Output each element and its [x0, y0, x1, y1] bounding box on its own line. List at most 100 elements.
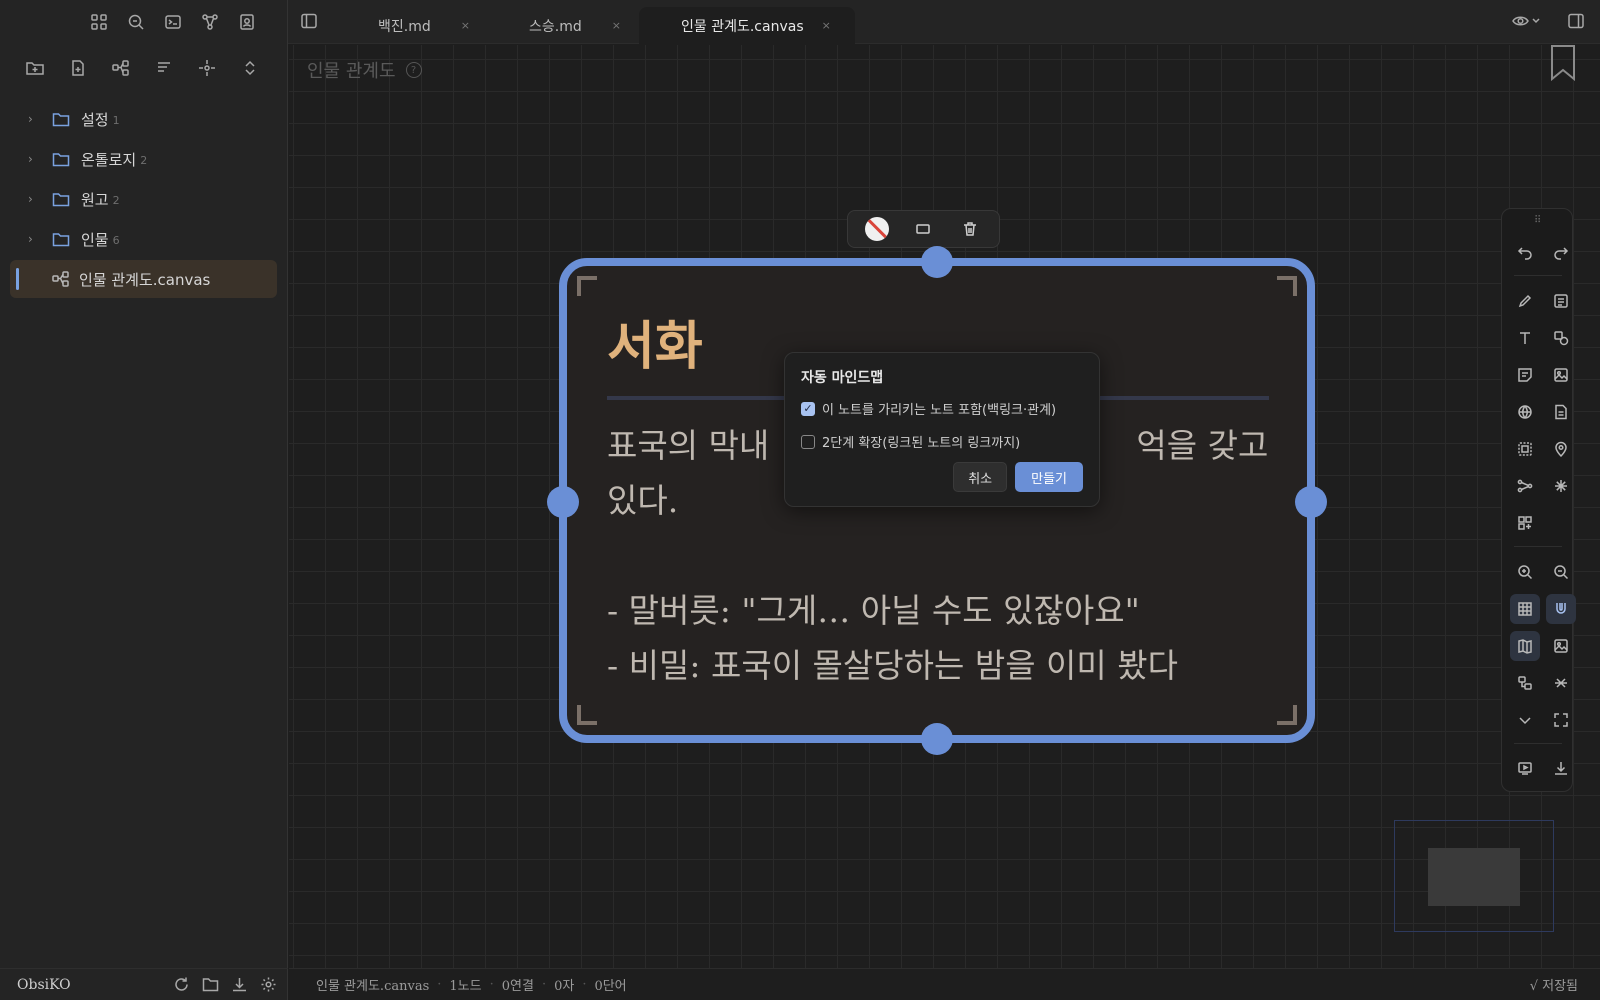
canvas-view[interactable]: 인물 관계도 ? 서화 표국의 막내 억을 갖고 있다. - 말버릇: "그게…… — [289, 45, 1600, 968]
option-include-backlinks[interactable]: ✓ 이 노트를 가리키는 노트 포함(백링크·관계) — [801, 399, 1083, 418]
location-pin-icon[interactable] — [1548, 436, 1574, 462]
status-chars: 0자 — [554, 979, 575, 994]
chevron-right-icon[interactable]: › — [28, 192, 42, 206]
tab-label: 스승.md — [529, 18, 582, 35]
active-indicator — [16, 268, 19, 290]
new-folder-icon[interactable] — [24, 57, 46, 79]
tree-file-relationship-canvas[interactable]: 인물 관계도.canvas — [10, 260, 277, 298]
image-icon[interactable] — [1548, 362, 1574, 388]
presentation-icon[interactable] — [1512, 755, 1538, 781]
ribbon — [0, 0, 287, 44]
web-link-icon[interactable] — [1512, 399, 1538, 425]
sidebar-toggle-icon[interactable] — [300, 12, 318, 34]
contact-icon[interactable] — [236, 11, 258, 33]
create-button[interactable]: 만들기 — [1015, 462, 1083, 492]
folder-label: 원고 — [81, 190, 109, 209]
settings-gear-icon[interactable] — [258, 975, 278, 995]
option-label: 2단계 확장(링크된 노트의 링크까지) — [822, 436, 1021, 451]
sparkle-icon[interactable] — [1548, 473, 1574, 499]
connection-handle-bottom[interactable] — [921, 723, 953, 755]
tree-folder-characters[interactable]: › 인물 6 — [10, 220, 277, 258]
download-icon[interactable] — [1548, 755, 1574, 781]
chevron-right-icon[interactable]: › — [28, 232, 42, 246]
tab-seuseung[interactable]: 스승.md × — [529, 7, 621, 44]
drag-grip-icon[interactable]: ⠿ — [1534, 215, 1541, 226]
sidebar: › 설정 1 › 온톨로지 2 › 원고 2 › 인물 6 인물 관계도.can… — [0, 0, 288, 1000]
cancel-button[interactable]: 취소 — [953, 462, 1008, 492]
sticky-note-icon[interactable] — [1512, 362, 1538, 388]
reading-view-icon[interactable] — [1512, 12, 1542, 34]
refresh-icon[interactable] — [171, 975, 191, 995]
file-label: 인물 관계도.canvas — [79, 270, 211, 289]
checkbox-unchecked[interactable] — [801, 434, 815, 449]
arrange-icon[interactable] — [1512, 670, 1538, 696]
text-icon[interactable] — [1512, 325, 1538, 351]
chevron-down-icon[interactable] — [1512, 707, 1538, 733]
pen-icon[interactable] — [1512, 288, 1538, 314]
connector-icon[interactable] — [1512, 473, 1538, 499]
connection-handle-left[interactable] — [547, 486, 579, 518]
tab-label: 백진.md — [378, 18, 431, 35]
undo-icon[interactable] — [1512, 239, 1538, 265]
bookmark-icon[interactable] — [1550, 45, 1576, 85]
auto-mindmap-dialog: 자동 마인드맵 ✓ 이 노트를 가리키는 노트 포함(백링크·관계) 2단계 확… — [784, 352, 1100, 507]
tab-baekjin[interactable]: 백진.md × — [378, 7, 470, 44]
vault-name[interactable]: ObsiKO — [17, 977, 71, 993]
option-two-level-expand[interactable]: 2단계 확장(링크된 노트의 링크까지) — [801, 432, 1083, 451]
close-icon[interactable]: × — [612, 19, 621, 32]
snap-magnet-icon[interactable] — [1546, 594, 1576, 624]
add-widget-icon[interactable] — [1512, 510, 1538, 536]
tree-folder-settings[interactable]: › 설정 1 — [10, 100, 277, 138]
export-image-icon[interactable] — [1548, 633, 1574, 659]
new-canvas-icon[interactable] — [110, 57, 132, 79]
shapes-icon[interactable] — [1548, 325, 1574, 351]
graph-icon[interactable] — [199, 11, 221, 33]
chevron-right-icon[interactable]: › — [28, 112, 42, 126]
terminal-icon[interactable] — [162, 11, 184, 33]
fullscreen-icon[interactable] — [1548, 707, 1574, 733]
file-icon[interactable] — [1548, 399, 1574, 425]
folder-label: 온톨로지 — [81, 150, 137, 169]
zoom-to-node-button[interactable] — [910, 216, 936, 242]
right-sidebar-toggle-icon[interactable] — [1567, 12, 1585, 34]
canvas-toolbar: ⠿ — [1501, 208, 1576, 792]
group-select-icon[interactable] — [1512, 436, 1538, 462]
minimap-node — [1428, 848, 1520, 906]
minimap[interactable] — [1394, 820, 1554, 932]
zoom-out-icon[interactable] — [1548, 559, 1574, 585]
redo-icon[interactable] — [1548, 239, 1574, 265]
tree-folder-ontology[interactable]: › 온톨로지 2 — [10, 140, 277, 178]
download-icon[interactable] — [229, 975, 249, 995]
node-toolbar — [847, 210, 1000, 248]
status-nodes: 1노드 — [449, 979, 482, 994]
collapse-icon[interactable] — [239, 57, 261, 79]
new-file-icon[interactable] — [67, 57, 89, 79]
corner-marker — [1277, 276, 1297, 296]
locate-icon[interactable] — [196, 57, 218, 79]
chevron-right-icon[interactable]: › — [28, 152, 42, 166]
help-icon[interactable]: ? — [405, 62, 422, 78]
tab-relationship-canvas[interactable]: 인물 관계도.canvas × — [639, 7, 855, 44]
minimap-toggle-icon[interactable] — [1510, 631, 1540, 661]
search-icon[interactable] — [125, 11, 147, 33]
folder-open-icon[interactable] — [200, 975, 220, 995]
color-picker-button[interactable] — [864, 216, 890, 242]
explorer-toolbar — [0, 44, 287, 92]
connection-handle-right[interactable] — [1295, 486, 1327, 518]
corner-marker[interactable] — [1277, 705, 1297, 725]
folder-count: 2 — [140, 154, 148, 167]
sort-icon[interactable] — [153, 57, 175, 79]
collapse-horizontal-icon[interactable] — [1548, 670, 1574, 696]
close-icon[interactable]: × — [461, 19, 470, 32]
status-file: 인물 관계도.canvas — [316, 979, 430, 994]
layout-icon[interactable] — [88, 11, 110, 33]
note-card-icon[interactable] — [1548, 288, 1574, 314]
grid-toggle-icon[interactable] — [1510, 594, 1540, 624]
zoom-in-icon[interactable] — [1512, 559, 1538, 585]
tree-folder-manuscript[interactable]: › 원고 2 — [10, 180, 277, 218]
checkbox-checked[interactable]: ✓ — [801, 401, 815, 416]
connection-handle-top[interactable] — [921, 246, 953, 278]
delete-button[interactable] — [957, 216, 983, 242]
no-color-icon — [865, 217, 890, 241]
close-icon[interactable]: × — [822, 19, 831, 32]
